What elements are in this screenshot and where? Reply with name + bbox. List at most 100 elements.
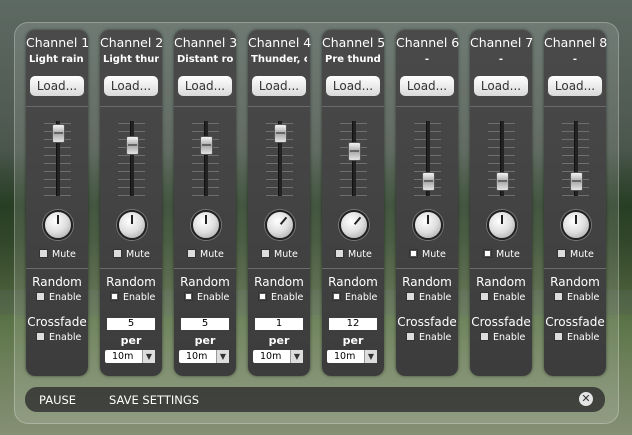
volume-knob[interactable] (191, 210, 221, 240)
mute-toggle[interactable]: Mute (261, 249, 298, 260)
volume-fader[interactable] (126, 135, 139, 155)
mute-checkbox[interactable] (483, 249, 492, 258)
random-enable-checkbox[interactable] (36, 292, 45, 301)
mute-checkbox[interactable] (335, 249, 344, 258)
mute-checkbox[interactable] (39, 249, 48, 258)
random-enable-checkbox[interactable] (554, 292, 563, 301)
random-enable-toggle[interactable]: Enable (258, 292, 303, 303)
track-name: - (572, 54, 578, 65)
save-settings-button[interactable]: SAVE SETTINGS (109, 393, 199, 407)
volume-fader[interactable] (200, 135, 213, 155)
interval-select[interactable]: 10m ▼ (179, 350, 229, 363)
random-count-input[interactable]: 5 (181, 318, 229, 330)
volume-fader[interactable] (570, 171, 583, 191)
mute-checkbox[interactable] (261, 249, 270, 258)
bottom-bar: PAUSE SAVE SETTINGS ✕ (25, 387, 605, 412)
random-title: Random (328, 275, 378, 289)
volume-fader[interactable] (274, 124, 287, 144)
random-title: Random (32, 275, 82, 289)
mute-checkbox[interactable] (409, 249, 418, 258)
load-button[interactable]: Load... (326, 76, 380, 96)
random-enable-checkbox[interactable] (184, 292, 193, 301)
mute-toggle[interactable]: Mute (187, 249, 224, 260)
mute-toggle[interactable]: Mute (113, 249, 150, 260)
load-button[interactable]: Load... (178, 76, 232, 96)
interval-value: 10m (112, 351, 134, 362)
crossfade-enable-toggle[interactable]: Enable (480, 332, 525, 343)
load-button[interactable]: Load... (252, 76, 306, 96)
volume-fader[interactable] (348, 141, 361, 161)
random-enable-checkbox[interactable] (406, 292, 415, 301)
load-button[interactable]: Load... (104, 76, 158, 96)
mute-toggle[interactable]: Mute (335, 249, 372, 260)
random-count-input[interactable]: 5 (107, 318, 155, 330)
volume-knob[interactable] (117, 210, 147, 240)
knob-indicator (57, 215, 59, 224)
volume-fader[interactable] (52, 124, 65, 144)
random-enable-checkbox[interactable] (258, 292, 267, 301)
crossfade-enable-checkbox[interactable] (480, 332, 489, 341)
crossfade-enable-checkbox[interactable] (36, 332, 45, 341)
volume-fader[interactable] (496, 171, 509, 191)
interval-value: 10m (186, 351, 208, 362)
random-count-input[interactable]: 1 (255, 318, 303, 330)
crossfade-enable-toggle[interactable]: Enable (36, 332, 81, 343)
mute-toggle[interactable]: Mute (39, 249, 76, 260)
mute-toggle[interactable]: Mute (557, 249, 594, 260)
random-enable-checkbox[interactable] (332, 292, 341, 301)
random-enable-checkbox[interactable] (480, 292, 489, 301)
load-button[interactable]: Load... (400, 76, 454, 96)
chevron-down-icon[interactable]: ▼ (216, 350, 229, 363)
crossfade-enable-checkbox[interactable] (554, 332, 563, 341)
crossfade-enable-toggle[interactable]: Enable (406, 332, 451, 343)
divider (100, 106, 162, 107)
crossfade-enable-toggle[interactable]: Enable (554, 332, 599, 343)
pause-button[interactable]: PAUSE (39, 393, 76, 407)
mute-toggle[interactable]: Mute (483, 249, 520, 260)
mute-checkbox[interactable] (113, 249, 122, 258)
interval-select[interactable]: 10m ▼ (253, 350, 303, 363)
mute-checkbox[interactable] (557, 249, 566, 258)
random-enable-toggle[interactable]: Enable (480, 292, 525, 303)
channel-strip: Channel 8 - Load... Mute Random Enable Crossfa… (544, 30, 607, 376)
volume-knob[interactable] (265, 210, 295, 240)
track-name: Pre thunder (325, 54, 381, 65)
random-enable-toggle[interactable]: Enable (36, 292, 81, 303)
chevron-down-icon[interactable]: ▼ (364, 350, 377, 363)
random-enable-toggle[interactable]: Enable (406, 292, 451, 303)
interval-select[interactable]: 10m ▼ (327, 350, 377, 363)
random-enable-label: Enable (271, 292, 304, 303)
channel-strip: Channel 3 Distant roll Load... Mute Random En… (174, 30, 237, 376)
random-count-input[interactable]: 12 (329, 318, 377, 330)
divider (396, 106, 458, 107)
mute-toggle[interactable]: Mute (409, 249, 446, 260)
crossfade-enable-checkbox[interactable] (406, 332, 415, 341)
load-button[interactable]: Load... (474, 76, 528, 96)
random-enable-checkbox[interactable] (110, 292, 119, 301)
volume-knob[interactable] (43, 210, 73, 240)
random-title: Random (106, 275, 156, 289)
random-enable-toggle[interactable]: Enable (554, 292, 599, 303)
close-icon[interactable]: ✕ (579, 392, 593, 406)
crossfade-enable-label: Enable (419, 332, 452, 343)
load-button[interactable]: Load... (548, 76, 602, 96)
random-enable-toggle[interactable]: Enable (184, 292, 229, 303)
divider (470, 106, 532, 107)
divider (26, 106, 88, 107)
channel-strip: Channel 4 Thunder, c Load... Mute Random Enab… (248, 30, 311, 376)
volume-knob[interactable] (561, 210, 591, 240)
random-enable-toggle[interactable]: Enable (332, 292, 377, 303)
chevron-down-icon[interactable]: ▼ (290, 350, 303, 363)
volume-fader[interactable] (422, 171, 435, 191)
mute-label: Mute (126, 249, 150, 260)
volume-knob[interactable] (339, 210, 369, 240)
random-enable-toggle[interactable]: Enable (110, 292, 155, 303)
crossfade-enable-label: Enable (567, 332, 600, 343)
interval-select[interactable]: 10m ▼ (105, 350, 155, 363)
volume-knob[interactable] (413, 210, 443, 240)
load-button[interactable]: Load... (30, 76, 84, 96)
mute-label: Mute (348, 249, 372, 260)
mute-checkbox[interactable] (187, 249, 196, 258)
chevron-down-icon[interactable]: ▼ (142, 350, 155, 363)
volume-knob[interactable] (487, 210, 517, 240)
